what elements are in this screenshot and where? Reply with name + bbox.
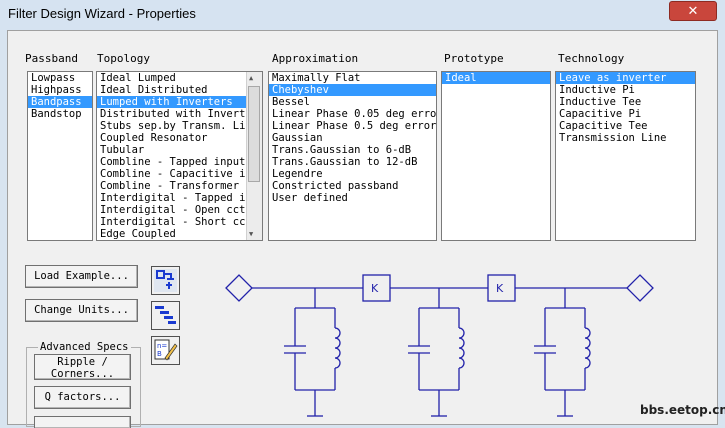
window-title: Filter Design Wizard - Properties	[8, 6, 196, 21]
list-item[interactable]: Lumped with Inverters	[97, 96, 262, 108]
list-item[interactable]: Legendre	[269, 168, 436, 180]
scrollbar-thumb[interactable]	[248, 86, 260, 182]
ripple-corners-label-line2: Corners...	[50, 368, 115, 380]
resonator-3	[534, 288, 591, 417]
list-item[interactable]: Highpass	[28, 84, 92, 96]
list-item[interactable]: Ideal	[442, 72, 550, 84]
svg-text:n=: n=	[157, 342, 167, 350]
list-item[interactable]: Tubular	[97, 144, 262, 156]
list-item[interactable]: Combline - Transformer input	[97, 180, 262, 192]
title-bar: Filter Design Wizard - Properties ✕	[0, 0, 725, 30]
edit-values-button[interactable]: n= B	[151, 336, 180, 365]
list-item[interactable]: Distributed with Inverters	[97, 108, 262, 120]
header-topology: Topology	[97, 52, 150, 65]
list-item[interactable]: Linear Phase 0.05 deg error	[269, 108, 436, 120]
list-item[interactable]: Ideal Lumped	[97, 72, 262, 84]
list-item[interactable]: Maximally Flat	[269, 72, 436, 84]
resonator-1	[284, 288, 341, 417]
list-item[interactable]: Inductive Tee	[556, 96, 695, 108]
q-factors-button[interactable]: Q factors...	[34, 386, 131, 409]
list-item[interactable]: Capacitive Tee	[556, 120, 695, 132]
list-item[interactable]: Bandpass	[28, 96, 92, 108]
resonator-2	[408, 288, 465, 417]
list-item[interactable]: Linear Phase 0.5 deg error	[269, 120, 436, 132]
inverter-2-label: K	[496, 282, 504, 295]
list-item[interactable]: Interdigital - Open cct.	[97, 204, 262, 216]
list-item[interactable]: Interdigital - Short cct	[97, 216, 262, 228]
output-port	[626, 274, 654, 302]
header-approximation: Approximation	[272, 52, 359, 65]
scroll-up-icon[interactable]: ▲	[249, 74, 253, 82]
schematic-view-button[interactable]	[151, 266, 180, 295]
list-item[interactable]: Edge Coupled	[97, 228, 262, 240]
list-item[interactable]: Combline - Capacitive input	[97, 168, 262, 180]
list-item[interactable]: Trans.Gaussian to 12-dB	[269, 156, 436, 168]
list-item[interactable]: User defined	[269, 192, 436, 204]
list-item[interactable]: Coupled Resonator	[97, 132, 262, 144]
svg-text:B: B	[157, 350, 162, 358]
technology-list[interactable]: Leave as inverter Inductive Pi Inductive T…	[555, 71, 696, 241]
list-item[interactable]: Gaussian	[269, 132, 436, 144]
change-units-button[interactable]: Change Units...	[25, 299, 138, 322]
passband-list[interactable]: Lowpass Highpass Bandpass Bandstop	[27, 71, 93, 241]
layout-view-button[interactable]	[151, 301, 180, 330]
topology-scrollbar[interactable]: ▲ ▼	[246, 72, 262, 240]
list-item[interactable]: Capacitive Pi	[556, 108, 695, 120]
scroll-down-icon[interactable]: ▼	[249, 230, 253, 238]
edit-pencil-icon: n= B	[154, 339, 178, 361]
prototype-list[interactable]: Ideal	[441, 71, 551, 241]
inverter-1-label: K	[371, 282, 379, 295]
header-passband: Passband	[25, 52, 78, 65]
layout-steps-icon	[155, 306, 176, 324]
list-item[interactable]: Ideal Distributed	[97, 84, 262, 96]
schematic-icon	[154, 269, 177, 292]
more-specs-button[interactable]	[34, 416, 131, 428]
approximation-list[interactable]: Maximally Flat Chebyshev Bessel Linear Phas…	[268, 71, 437, 241]
list-item[interactable]: Chebyshev	[269, 84, 436, 96]
list-item[interactable]: Constricted passband	[269, 180, 436, 192]
list-item[interactable]: Transmission Line	[556, 132, 695, 144]
header-technology: Technology	[558, 52, 625, 65]
filter-schematic: K K	[225, 274, 654, 417]
list-item[interactable]: Bandstop	[28, 108, 92, 120]
close-button[interactable]: ✕	[669, 1, 717, 21]
load-example-button[interactable]: Load Example...	[25, 265, 138, 288]
list-item[interactable]: Leave as inverter	[556, 72, 695, 84]
list-item[interactable]: Trans.Gaussian to 6-dB	[269, 144, 436, 156]
header-prototype: Prototype	[444, 52, 504, 65]
close-icon: ✕	[687, 4, 699, 19]
list-item[interactable]: Stubs sep.by Transm. Line	[97, 120, 262, 132]
ripple-corners-button[interactable]: Ripple / Corners...	[34, 354, 131, 380]
input-port	[225, 274, 253, 302]
list-item[interactable]: Lowpass	[28, 72, 92, 84]
topology-list[interactable]: Ideal Lumped Ideal Distributed Lumped with…	[96, 71, 263, 241]
list-item[interactable]: Bessel	[269, 96, 436, 108]
ripple-corners-label-line1: Ripple /	[57, 356, 108, 368]
list-item[interactable]: Inductive Pi	[556, 84, 695, 96]
list-item[interactable]: Interdigital - Tapped input	[97, 192, 262, 204]
list-item[interactable]: Combline - Tapped input	[97, 156, 262, 168]
watermark: bbs.eetop.cn	[640, 403, 725, 417]
advanced-specs-label: Advanced Specs	[38, 341, 131, 353]
